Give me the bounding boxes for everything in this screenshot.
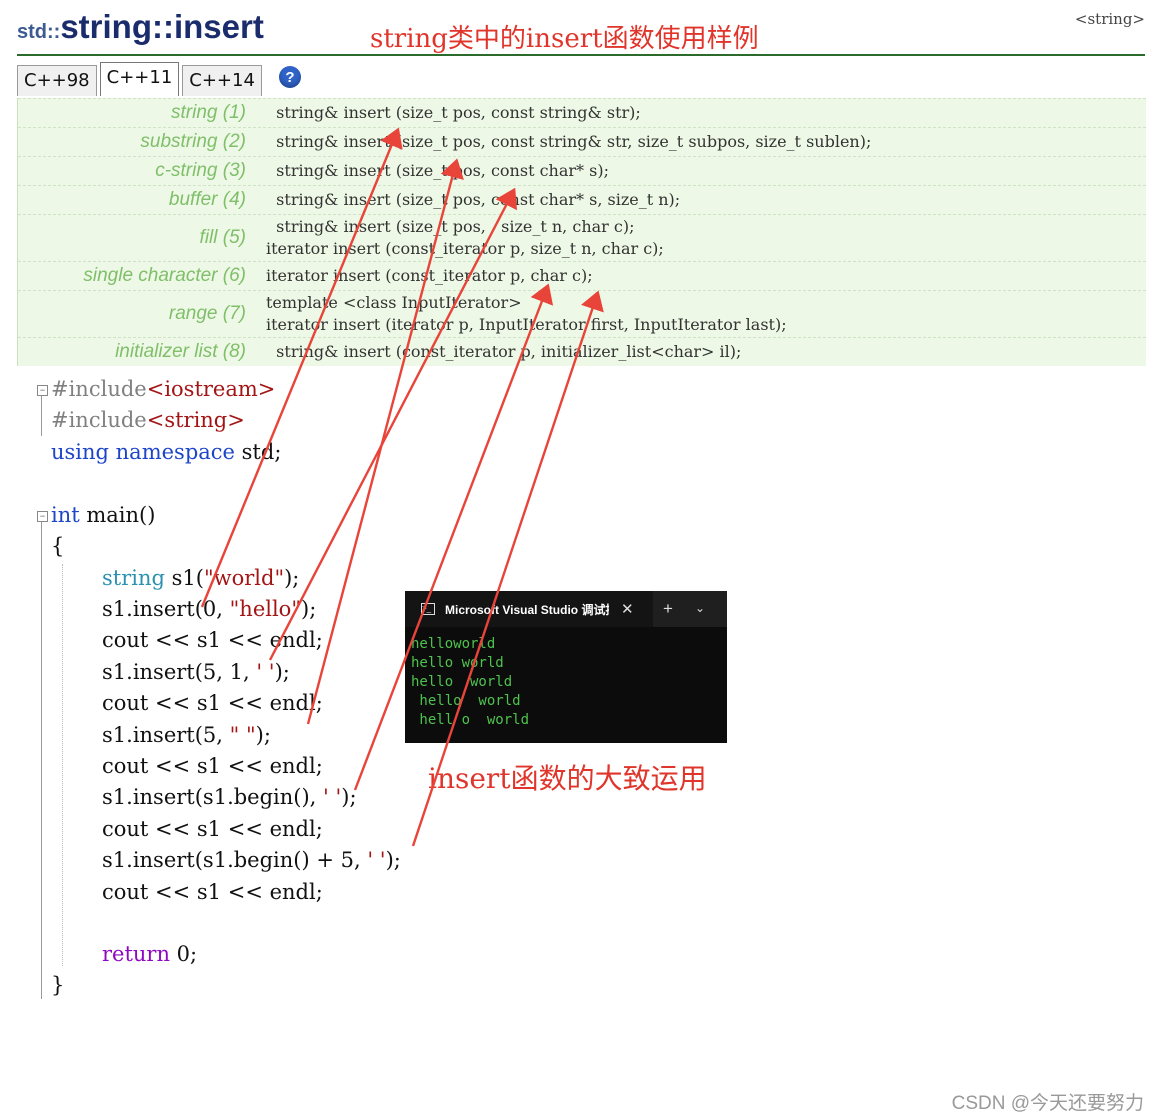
watermark: CSDN @今天还要努力: [951, 1093, 1144, 1114]
decl-signature: string& insert (const_iterator p, initia…: [266, 342, 742, 361]
code-line: cout << s1 << endl;: [102, 817, 323, 841]
decl-name: single character (6): [83, 265, 246, 286]
console-tab[interactable]: >_ Microsoft Visual Studio 调试控制台 ✕: [405, 591, 653, 627]
code-line: cout << s1 << endl;: [102, 754, 323, 778]
code-line: using namespace std;: [51, 440, 282, 464]
console-line: hello world: [411, 693, 521, 709]
namespace-label: std::: [17, 21, 61, 43]
code-line: cout << s1 << endl;: [102, 628, 323, 652]
standard-tabs: C++98 C++11 C++14 ?: [17, 58, 301, 96]
decl-signature: iterator insert (const_iterator p, char …: [266, 266, 593, 285]
code-line: return 0;: [102, 942, 198, 966]
decl-row: buffer (4) string& insert (size_t pos, c…: [18, 185, 1146, 214]
decl-signature: template <class InputIterator> iterator i…: [266, 293, 787, 334]
function-name: string::insert: [60, 8, 264, 45]
tab-cpp14[interactable]: C++14: [182, 65, 262, 96]
decl-signature: string& insert (size_t pos, const string…: [266, 103, 641, 122]
annotation-title: string类中的insert函数使用样例: [370, 24, 759, 54]
terminal-icon: >_: [421, 603, 435, 615]
decl-row: substring (2) string& insert (size_t pos…: [18, 127, 1146, 156]
decl-name: buffer (4): [168, 189, 246, 210]
title-rule: [17, 54, 1145, 56]
new-tab-icon[interactable]: +: [663, 599, 673, 619]
decl-signature: string& insert (size_t pos, const string…: [266, 132, 872, 151]
code-line: int main(): [51, 503, 156, 527]
debug-console-window: >_ Microsoft Visual Studio 调试控制台 ✕ + ⌄ h…: [405, 591, 727, 743]
tab-cpp98[interactable]: C++98: [17, 65, 97, 96]
close-icon[interactable]: ✕: [621, 600, 634, 618]
help-icon[interactable]: ?: [278, 66, 301, 88]
decl-name: c-string (3): [155, 160, 246, 181]
decl-row: initializer list (8) string& insert (con…: [18, 337, 1146, 366]
console-line: helloworld: [411, 636, 496, 652]
annotation-usage: insert函数的大致运用: [428, 762, 707, 795]
decl-row: single character (6) iterator insert (co…: [18, 261, 1146, 290]
console-titlebar: >_ Microsoft Visual Studio 调试控制台 ✕ + ⌄: [405, 591, 727, 627]
decl-signature: string& insert (size_t pos, const char* …: [266, 161, 609, 180]
decl-name: fill (5): [199, 227, 246, 248]
decl-row: range (7) template <class InputIterator>…: [18, 290, 1146, 337]
code-line: s1.insert(5, " ");: [102, 723, 271, 747]
code-line: }: [51, 973, 65, 997]
code-line: {: [51, 534, 65, 558]
tab-cpp11[interactable]: C++11: [99, 62, 180, 96]
code-line: s1.insert(0, "hello");: [102, 597, 317, 621]
fold-toggle-icon[interactable]: −: [37, 385, 48, 396]
code-line: #include<string>: [51, 408, 245, 432]
code-line: s1.insert(s1.begin() + 5, ' ');: [102, 848, 401, 872]
chevron-down-icon[interactable]: ⌄: [695, 601, 705, 615]
code-line: cout << s1 << endl;: [102, 691, 323, 715]
page-title: std::string::insert: [17, 8, 264, 52]
code-line: string s1("world");: [102, 566, 300, 590]
decl-signature: string& insert (size_t pos, const char* …: [266, 190, 681, 209]
decl-row: fill (5) string& insert (size_t pos, siz…: [18, 214, 1146, 261]
console-line: hello world: [411, 655, 504, 671]
console-title: Microsoft Visual Studio 调试控制台: [445, 602, 609, 617]
decl-name: range (7): [168, 303, 246, 324]
decl-row: string (1) string& insert (size_t pos, c…: [18, 98, 1146, 127]
decl-row: c-string (3) string& insert (size_t pos,…: [18, 156, 1146, 185]
fold-toggle-icon[interactable]: −: [37, 511, 48, 522]
fold-guide: [41, 396, 42, 436]
declarations-table: string (1) string& insert (size_t pos, c…: [17, 98, 1146, 366]
code-line: s1.insert(5, 1, ' ');: [102, 660, 290, 684]
header-reference: <string>: [1074, 10, 1145, 28]
decl-name: substring (2): [140, 131, 246, 152]
console-line: hell o world: [411, 712, 530, 728]
code-line: #include<iostream>: [51, 377, 276, 401]
code-line: s1.insert(s1.begin(), ' ');: [102, 785, 357, 809]
fold-guide: [41, 522, 42, 999]
indent-guide: [62, 564, 63, 966]
code-line: cout << s1 << endl;: [102, 880, 323, 904]
decl-name: initializer list (8): [115, 341, 246, 362]
console-output: helloworld hello world hello world hello…: [405, 627, 727, 730]
decl-signature: string& insert (size_t pos, size_t n, ch…: [266, 217, 664, 258]
console-line: hello world: [411, 674, 513, 690]
decl-name: string (1): [171, 102, 246, 123]
